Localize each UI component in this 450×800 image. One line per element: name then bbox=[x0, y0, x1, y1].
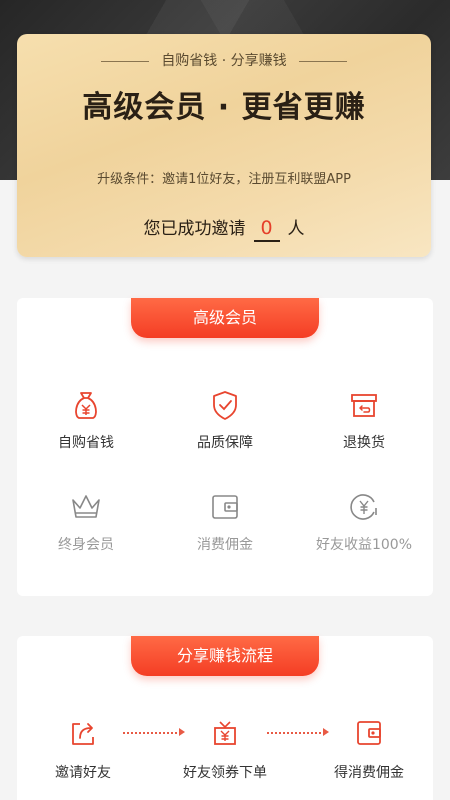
membership-card: 自购省钱 · 分享赚钱 高级会员 · 更省更赚 升级条件：邀请1位好友，注册互利… bbox=[17, 34, 431, 257]
step-label: 好友领券下单 bbox=[183, 765, 267, 781]
invite-prefix: 您已成功邀请 bbox=[143, 219, 246, 239]
divider-right bbox=[298, 60, 347, 62]
upgrade-condition: 升级条件：邀请1位好友，注册互利联盟APP bbox=[97, 172, 351, 187]
step-invite-friend[interactable]: 邀请好友 bbox=[13, 718, 153, 782]
vip-ribbon: 高级会员 bbox=[131, 298, 319, 338]
wallet-icon bbox=[212, 495, 238, 519]
benefit-lifetime[interactable]: 终身会员 bbox=[17, 490, 155, 554]
step-friend-order[interactable]: 好友领券下单 bbox=[155, 718, 295, 782]
card-title: 高级会员 · 更省更赚 bbox=[82, 90, 366, 125]
card-subtitle-text: 自购省钱 · 分享赚钱 bbox=[161, 53, 287, 69]
card-subtitle: 自购省钱 · 分享赚钱 bbox=[17, 50, 431, 70]
yen-coin-icon bbox=[350, 494, 377, 520]
benefit-label: 好友收益100% bbox=[315, 537, 413, 553]
benefit-friend-income[interactable]: 好友收益100% bbox=[295, 490, 433, 554]
coupon-gift-icon bbox=[214, 721, 236, 745]
invite-status: 您已成功邀请 0 人 bbox=[17, 214, 431, 242]
shield-check-icon bbox=[213, 391, 237, 420]
step-label: 邀请好友 bbox=[55, 765, 111, 781]
share-icon bbox=[72, 723, 94, 745]
divider-left bbox=[101, 60, 150, 62]
benefit-label: 消费佣金 bbox=[197, 537, 253, 553]
money-bag-icon bbox=[75, 392, 97, 419]
benefit-quality[interactable]: 品质保障 bbox=[156, 388, 294, 452]
step-label: 得消费佣金 bbox=[334, 765, 404, 781]
benefit-label: 终身会员 bbox=[58, 537, 114, 553]
benefit-commission[interactable]: 消费佣金 bbox=[156, 490, 294, 554]
wallet-icon bbox=[357, 721, 381, 745]
benefit-label: 自购省钱 bbox=[58, 435, 114, 451]
step-get-commission[interactable]: 得消费佣金 bbox=[299, 718, 439, 782]
share-flow-panel: 分享赚钱流程 邀请好友 好友领券下单 得消费佣金 bbox=[17, 636, 433, 800]
benefit-label: 品质保障 bbox=[197, 435, 253, 451]
crown-icon bbox=[72, 495, 100, 518]
benefit-return[interactable]: 退换货 bbox=[295, 388, 433, 452]
invite-suffix: 人 bbox=[287, 219, 305, 239]
benefit-label: 退换货 bbox=[343, 435, 385, 451]
return-box-icon bbox=[351, 394, 377, 417]
vip-benefits-panel: 高级会员 自购省钱 品质保障 退换货 终身会员 消费佣金 好友收益100% bbox=[17, 298, 433, 596]
invite-count: 0 bbox=[253, 218, 280, 242]
flow-ribbon: 分享赚钱流程 bbox=[131, 636, 319, 676]
benefit-self-save[interactable]: 自购省钱 bbox=[17, 388, 155, 452]
